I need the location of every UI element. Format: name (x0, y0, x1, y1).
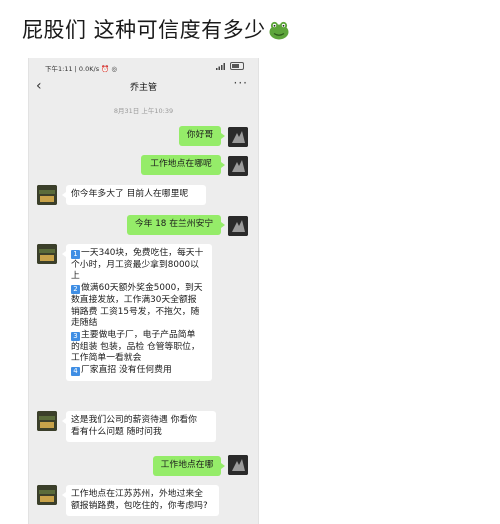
contact-avatar-image (37, 411, 57, 431)
message-text: 个小时，月工资最少拿到8000以 (71, 259, 199, 270)
avatar[interactable] (228, 156, 248, 176)
frog-emoji-icon (269, 21, 289, 40)
message-text: 你今年多大了 目前人在哪里呢 (71, 189, 189, 199)
my-avatar-image (228, 455, 248, 475)
avatar[interactable] (228, 216, 248, 236)
message-text: 走随结 (71, 318, 98, 329)
list-item: 4 厂家直招 没有任何费用 (71, 365, 207, 377)
my-avatar-image (228, 156, 248, 176)
list-item: 2 做满60天额外奖金5000，到天 (71, 283, 207, 295)
signal-icon (215, 62, 225, 70)
message-bubble-sent[interactable]: 工作地点在哪呢 (141, 155, 225, 175)
message-text: 一天340块，免费吃住，每天十 (81, 248, 204, 258)
message-text: 数直接发放，工作满30天全额报 (71, 294, 197, 305)
message-text: 这是我们公司的薪资待遇 你看你 (71, 415, 197, 425)
status-bar-left: 下午1:11 | 0.0K/s ⏰ ◎ (45, 65, 117, 73)
message-bubble-sent[interactable]: 你好哥 (179, 126, 225, 146)
message-bubble-sent[interactable]: 今年 18 在兰州安宁 (127, 215, 225, 235)
message-text: 工作简单一看就会 (71, 353, 142, 364)
post-title-text: 屁股们 这种可信度有多少 (22, 18, 266, 42)
chat-title: 乔主管 (129, 83, 157, 93)
post-title: 屁股们 这种可信度有多少 (22, 14, 290, 44)
message-bubble-received[interactable]: 你今年多大了 目前人在哪里呢 (62, 185, 206, 205)
status-bar: 下午1:11 | 0.0K/s ⏰ ◎ (29, 58, 258, 76)
more-options-icon[interactable]: ··· (234, 76, 248, 90)
number-badge: 3 (71, 331, 80, 341)
message-bubble-received[interactable]: 1 一天340块，免费吃住，每天十 个小时，月工资最少拿到8000以 上 2 做满6… (62, 244, 212, 381)
message-text: 工作地点在哪呢 (150, 159, 212, 169)
message-text: 今年 18 在兰州安宁 (134, 219, 214, 229)
chat-timestamp: 8月31日 上午10:39 (113, 107, 174, 115)
message-text: 工作地点在江苏苏州，外地过来全 (71, 489, 203, 499)
my-avatar-image (228, 216, 248, 236)
message-text: 销路费 工资15号发，不拖欠，随 (71, 306, 200, 317)
message-text: 厂家直招 没有任何费用 (81, 365, 172, 376)
number-badge: 1 (71, 250, 80, 259)
avatar[interactable] (37, 485, 57, 505)
chat-screen: 下午1:11 | 0.0K/s ⏰ ◎ ‹ 乔主管 ··· 8月31日 上午10… (28, 58, 259, 524)
contact-avatar-image (37, 244, 57, 264)
message-bubble-received[interactable]: 这是我们公司的薪资待遇 你看你 看有什么问题 随时问我 (62, 411, 216, 443)
battery-icon (230, 62, 244, 70)
message-text: 工作地点在哪 (160, 460, 214, 470)
status-bar-right (215, 62, 244, 70)
contact-avatar-image (37, 485, 57, 505)
message-text: 上 (71, 271, 80, 282)
contact-avatar-image (37, 185, 57, 205)
list-item: 1 一天340块，免费吃住，每天十 (71, 248, 207, 260)
my-avatar-image (228, 127, 248, 147)
avatar[interactable] (37, 411, 57, 431)
avatar[interactable] (37, 185, 57, 205)
message-text: 主要做电子厂，电子产品简单 (81, 329, 196, 340)
message-bubble-received[interactable]: 工作地点在江苏苏州，外地过来全 额报销路费，包吃住的，你考虑吗? (62, 485, 219, 517)
number-badge: 4 (71, 367, 80, 377)
avatar[interactable] (37, 244, 57, 264)
message-text: 的组装 包装，品检 仓管等职位， (71, 341, 200, 352)
number-badge: 2 (71, 285, 80, 295)
message-text: 你好哥 (186, 130, 214, 140)
avatar[interactable] (228, 127, 248, 147)
list-item: 3 主要做电子厂，电子产品简单 (71, 330, 207, 342)
avatar[interactable] (228, 455, 248, 475)
message-text: 做满60天额外奖金5000，到天 (81, 283, 203, 294)
message-bubble-sent[interactable]: 工作地点在哪 (153, 456, 225, 476)
message-text: 额报销路费，包吃住的，你考虑吗? (71, 500, 208, 511)
message-text: 看有什么问题 随时问我 (71, 426, 162, 437)
chat-header: ‹ 乔主管 ··· (29, 76, 258, 98)
